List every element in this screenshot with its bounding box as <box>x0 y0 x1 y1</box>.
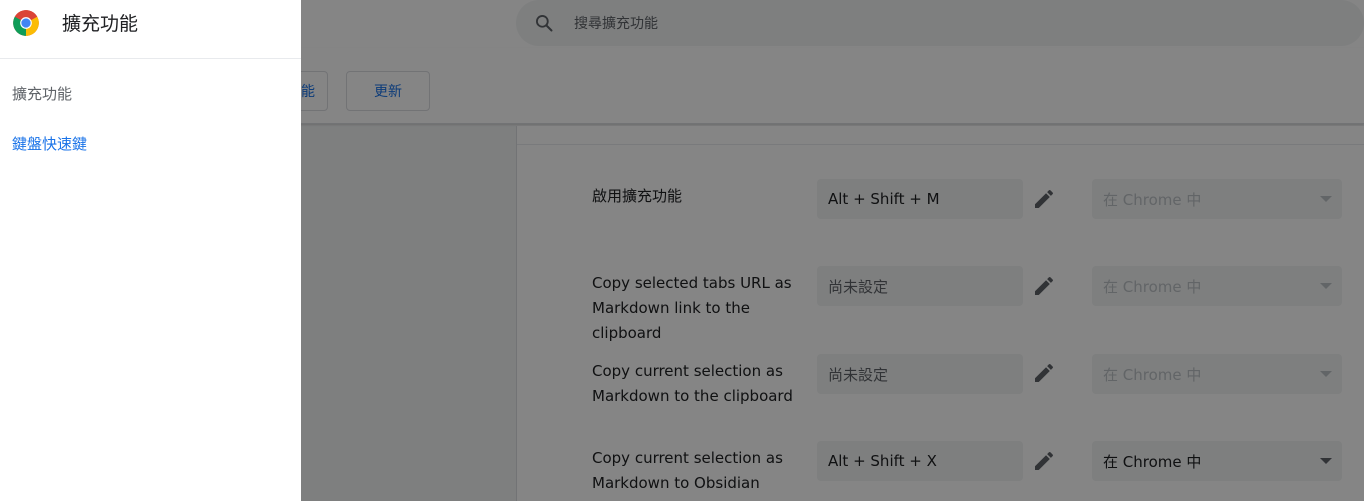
nav-item-extensions[interactable]: 擴充功能 <box>12 83 72 104</box>
nav-item-keyboard-shortcuts[interactable]: 鍵盤快速鍵 <box>12 133 87 154</box>
chrome-logo-icon <box>13 10 39 36</box>
navigation-drawer: 擴充功能 擴充功能 鍵盤快速鍵 <box>0 0 301 501</box>
drawer-header: 擴充功能 <box>0 0 301 59</box>
drawer-title: 擴充功能 <box>62 13 139 35</box>
